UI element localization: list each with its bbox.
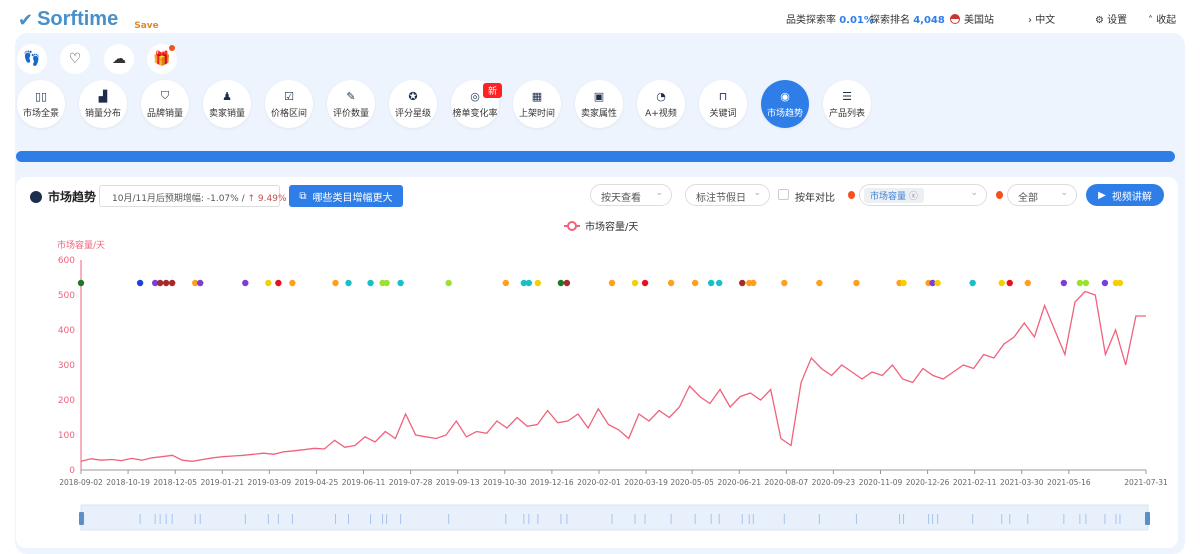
nav-10[interactable]: ◔ A+视频 xyxy=(637,80,685,128)
cloud-download-icon: ☁ xyxy=(112,51,126,67)
nav-label: 价格区间 xyxy=(270,108,307,119)
nav-icon: ✎ xyxy=(346,89,356,103)
info-icon xyxy=(848,191,855,199)
nav-label: 评价数量 xyxy=(332,108,369,119)
nav-9[interactable]: ▣ 卖家属性 xyxy=(575,80,623,128)
nav-4[interactable]: ☑ 价格区间 xyxy=(265,80,313,128)
top-bar: ✔ Sorftime Save 品类探索率 0.01% 探索排名 4,048 美… xyxy=(0,0,1200,33)
metric-tag: 市场容量 ⓧ xyxy=(864,188,924,203)
nav-icon: ♟ xyxy=(222,89,232,103)
yoy-checkbox[interactable] xyxy=(778,189,789,200)
nav-icon: ⛉ xyxy=(160,89,170,102)
nav-label: 卖家销量 xyxy=(208,108,245,119)
nav-11[interactable]: ⊓ 关键词 xyxy=(699,80,747,128)
nav-3[interactable]: ♟ 卖家销量 xyxy=(203,80,251,128)
chevron-down-icon: ⌄ xyxy=(655,188,663,198)
check-circle-icon: ✔ xyxy=(18,10,34,31)
nav-icon: ⊓ xyxy=(718,89,728,103)
nav-label: 销量分布 xyxy=(84,108,121,119)
search-rate: 品类探索率 0.01% xyxy=(786,15,874,26)
nav-label: 产品列表 xyxy=(828,108,865,119)
video-tutorial-button[interactable]: ▶ 视频讲解 xyxy=(1086,184,1164,206)
nav-label: 榜单变化率 xyxy=(452,108,498,119)
logo[interactable]: ✔ Sorftime Save xyxy=(18,8,159,31)
trend-title: 市场趋势 xyxy=(30,188,96,205)
nav-8[interactable]: ▦ 上架时间 xyxy=(513,80,561,128)
nav-2[interactable]: ⛉ 品牌销量 xyxy=(141,80,189,128)
nav-icon: ▟ xyxy=(98,89,108,103)
remove-tag-icon[interactable]: ⓧ xyxy=(909,192,918,202)
nav-label: 品牌销量 xyxy=(146,109,183,119)
chart-icon: ⧉ xyxy=(299,190,307,202)
nav-icon: ◉ xyxy=(780,89,790,103)
nav-label: 上架时间 xyxy=(518,108,555,119)
nav-icon: ✪ xyxy=(408,89,418,103)
footprint-icon: 👣 xyxy=(23,51,41,67)
settings-button[interactable]: ⚙ 设置 xyxy=(1095,11,1127,26)
nav-label: 关键词 xyxy=(709,108,737,119)
site-select[interactable]: 美国站 xyxy=(950,11,994,26)
language-select[interactable]: › 中文 xyxy=(1028,11,1055,26)
play-icon: ▶ xyxy=(1098,189,1106,201)
brand-name: Sorftime xyxy=(37,8,119,30)
nav-icon: ☑ xyxy=(284,89,294,103)
trend-icon xyxy=(30,191,42,203)
metric-select[interactable]: 市场容量 ⓧ ⌄ xyxy=(859,184,987,206)
growth-categories-button[interactable]: ⧉ 哪些类目增幅更大 xyxy=(289,185,403,207)
footprint-button[interactable]: 👣 xyxy=(17,44,47,74)
view-mode-select[interactable]: 按天查看 ⌄ xyxy=(590,184,672,206)
holiday-select[interactable]: 标注节假日 ⌄ xyxy=(685,184,770,206)
nav-label: 市场趋势 xyxy=(766,108,803,119)
favorite-button[interactable]: ♡ xyxy=(60,44,90,74)
search-rank: 探索排名 4,048 xyxy=(870,15,945,26)
chevron-right-icon: › xyxy=(1028,15,1032,26)
nav-0[interactable]: ▯▯ 市场全景 xyxy=(17,80,65,128)
nav-icon: ▦ xyxy=(531,89,543,103)
gear-icon: ⚙ xyxy=(1095,15,1104,26)
trend-card xyxy=(16,177,1178,548)
nav-13[interactable]: ☰ 产品列表 xyxy=(823,80,871,128)
nav-label: 市场全景 xyxy=(22,108,59,119)
forecast-box: 10月/11月后预期增幅: -1.07% / ↑ 9.49% xyxy=(99,185,287,207)
gift-button[interactable]: 🎁 xyxy=(147,44,177,74)
chevron-down-icon: ⌄ xyxy=(970,188,978,198)
nav-label: A+视频 xyxy=(645,108,677,119)
nav-12[interactable]: ◉ 市场趋势 xyxy=(761,80,809,128)
nav-icon: ▯▯ xyxy=(34,89,48,103)
info-icon xyxy=(996,191,1003,199)
us-flag-icon xyxy=(950,14,960,24)
range-select[interactable]: 全部 ⌄ xyxy=(1007,184,1077,206)
nav-icon: ◎ xyxy=(470,89,480,103)
yoy-label: 按年对比 xyxy=(795,193,835,204)
new-badge: 新 xyxy=(483,83,503,98)
chevron-down-icon: ⌄ xyxy=(753,188,761,198)
save-label: Save xyxy=(134,21,159,31)
nav-icon: ▣ xyxy=(593,89,605,103)
chevron-up-icon: ˄ xyxy=(1148,15,1153,26)
notification-dot xyxy=(169,45,175,51)
nav-label: 评分星级 xyxy=(394,108,431,119)
nav-5[interactable]: ✎ 评价数量 xyxy=(327,80,375,128)
gift-icon: 🎁 xyxy=(153,51,171,67)
download-button[interactable]: ☁ xyxy=(104,44,134,74)
nav-label: 卖家属性 xyxy=(580,108,617,119)
nav-icon: ◔ xyxy=(656,89,666,103)
chevron-down-icon: ⌄ xyxy=(1060,188,1068,198)
nav-icon: ☰ xyxy=(842,89,852,103)
nav-6[interactable]: ✪ 评分星级 xyxy=(389,80,437,128)
collapse-button[interactable]: ˄ 收起 xyxy=(1148,11,1176,26)
progress-bar xyxy=(16,151,1175,162)
heart-icon: ♡ xyxy=(68,51,82,67)
nav-1[interactable]: ▟ 销量分布 xyxy=(79,80,127,128)
